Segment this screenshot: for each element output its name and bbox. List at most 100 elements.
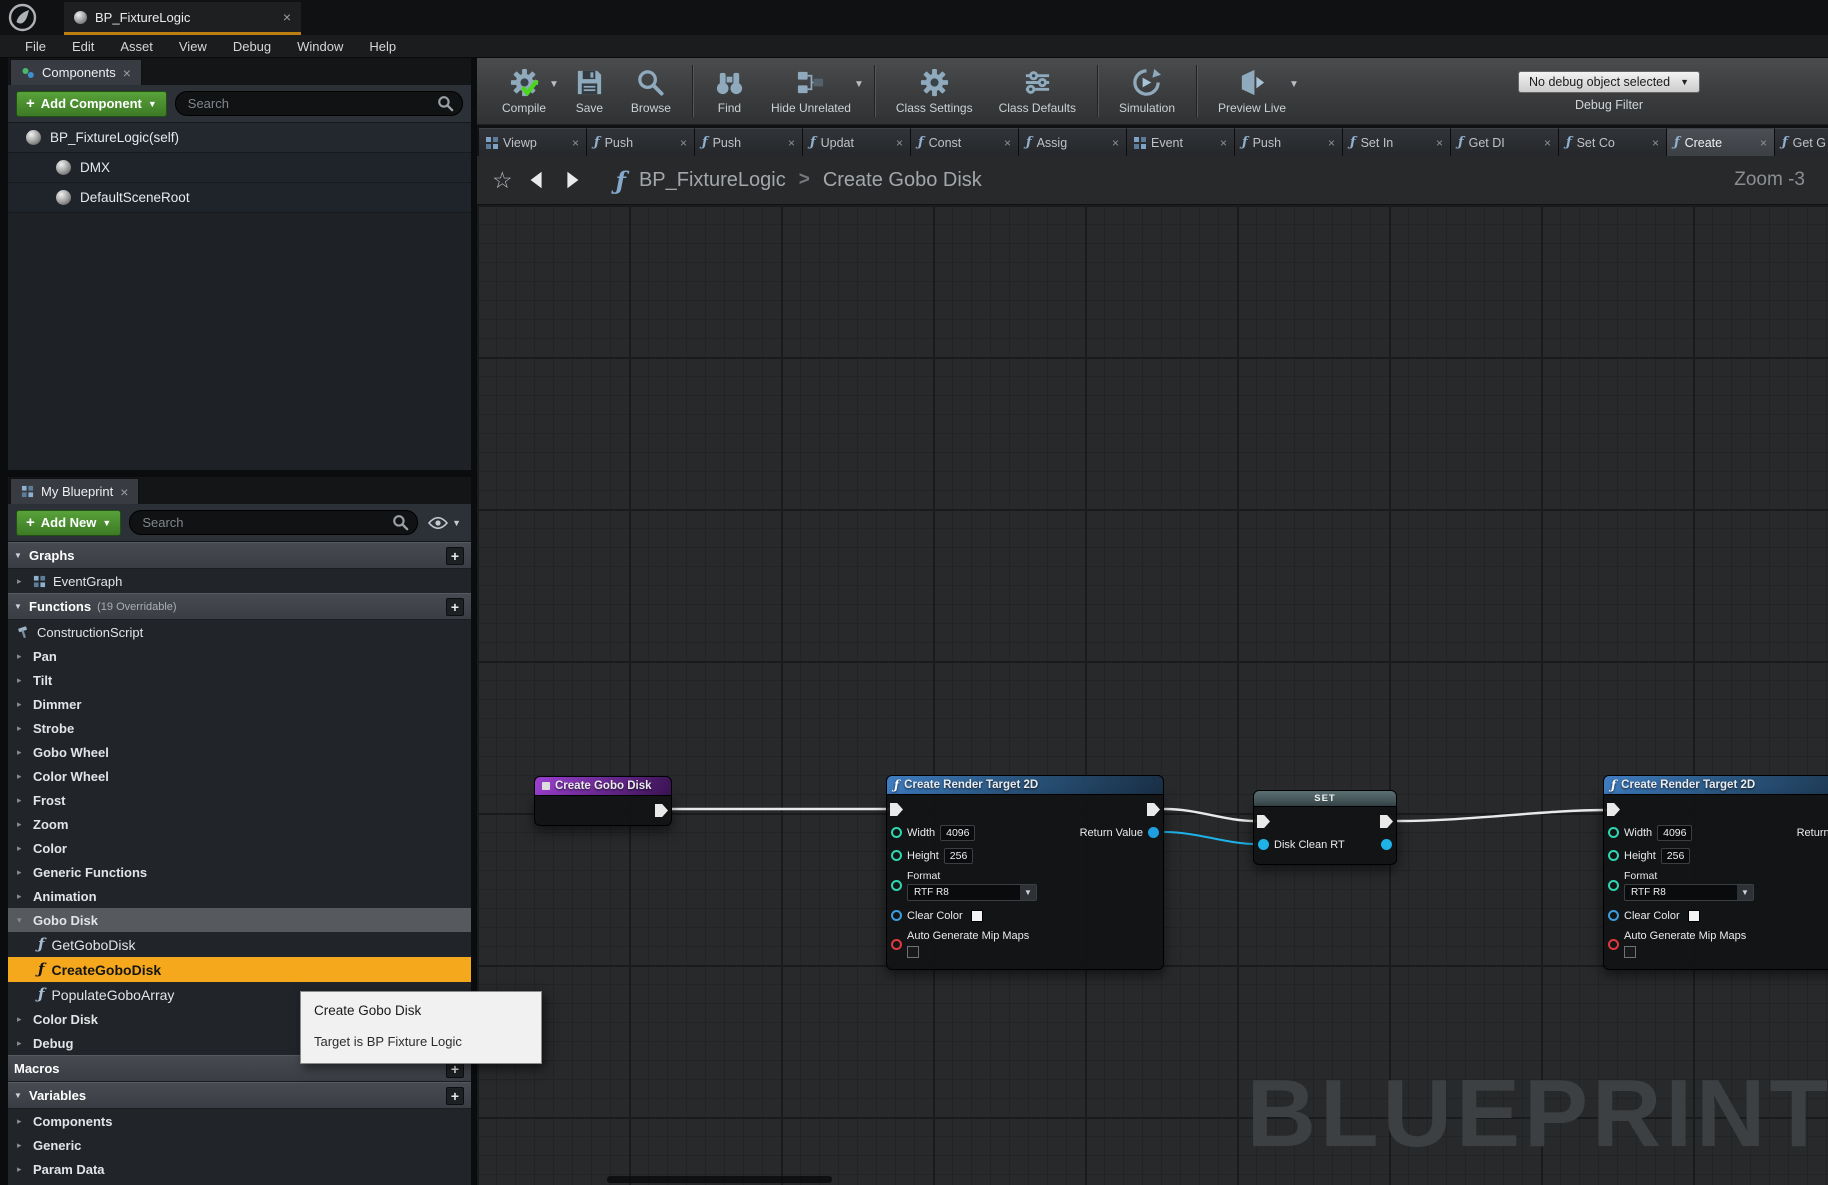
constructionscript-item[interactable]: ConstructionScript xyxy=(8,620,471,644)
debug-object-dropdown[interactable]: No debug object selected ▼ xyxy=(1518,71,1700,93)
variable-category-param-data[interactable]: ▸Param Data xyxy=(8,1157,471,1181)
simulation-button[interactable]: Simulation xyxy=(1106,65,1188,117)
menu-edit[interactable]: Edit xyxy=(59,39,107,54)
disk-clean-rt-input-pin[interactable] xyxy=(1258,839,1269,850)
category-zoom[interactable]: ▸Zoom xyxy=(8,812,471,836)
exec-output-pin[interactable] xyxy=(1147,803,1160,816)
width-value-input[interactable]: 4096 xyxy=(1657,825,1692,841)
tab-assign[interactable]: ƒAssig× xyxy=(1019,128,1127,156)
back-arrow-icon[interactable] xyxy=(526,169,548,191)
breadcrumb-current[interactable]: Create Gobo Disk xyxy=(823,169,982,192)
my-blueprint-tab[interactable]: My Blueprint × xyxy=(10,478,139,504)
variable-category-components[interactable]: ▸Components xyxy=(8,1109,471,1133)
disk-clean-rt-output-pin[interactable] xyxy=(1381,839,1392,850)
close-icon[interactable]: × xyxy=(120,485,128,499)
tree-row-defaultsceneroot[interactable]: DefaultSceneRoot xyxy=(8,183,471,213)
variable-category-generic[interactable]: ▸Generic xyxy=(8,1133,471,1157)
close-icon[interactable]: × xyxy=(1544,136,1551,150)
category-gobo-wheel[interactable]: ▸Gobo Wheel xyxy=(8,740,471,764)
format-pin[interactable] xyxy=(891,880,902,891)
exec-input-pin[interactable] xyxy=(1257,815,1270,828)
close-icon[interactable]: × xyxy=(788,136,795,150)
category-dimmer[interactable]: ▸Dimmer xyxy=(8,692,471,716)
node-create-gobo-disk-entry[interactable]: Create Gobo Disk xyxy=(534,776,672,826)
eventgraph-item[interactable]: ▸ EventGraph xyxy=(8,569,471,593)
functions-section-header[interactable]: ▼ Functions (19 Overridable) + xyxy=(8,593,471,620)
close-icon[interactable]: × xyxy=(1436,136,1443,150)
add-variable-button[interactable]: + xyxy=(446,1087,464,1105)
color-swatch[interactable] xyxy=(1688,910,1700,922)
add-component-button[interactable]: + Add Component ▼ xyxy=(16,91,167,117)
preview-live-button[interactable]: Preview Live xyxy=(1205,65,1299,117)
tab-update[interactable]: ƒUpdat× xyxy=(803,128,911,156)
category-pan[interactable]: ▸Pan xyxy=(8,644,471,668)
width-value-input[interactable]: 4096 xyxy=(940,825,975,841)
close-icon[interactable]: × xyxy=(1760,136,1767,150)
tab-set-co[interactable]: ƒSet Co× xyxy=(1559,128,1667,156)
exec-input-pin[interactable] xyxy=(890,803,903,816)
format-dropdown[interactable]: RTF R8 ▼ xyxy=(907,884,1037,901)
return-value-pin[interactable] xyxy=(1148,827,1159,838)
add-function-button[interactable]: + xyxy=(446,598,464,616)
tab-get-di[interactable]: ƒGet DI× xyxy=(1451,128,1559,156)
close-icon[interactable]: × xyxy=(1112,136,1119,150)
close-icon[interactable]: × xyxy=(123,66,131,80)
height-value-input[interactable]: 256 xyxy=(944,848,974,864)
chevron-down-icon[interactable]: ▼ xyxy=(854,79,864,90)
category-tilt[interactable]: ▸Tilt xyxy=(8,668,471,692)
clear-color-pin[interactable] xyxy=(891,910,902,921)
add-graph-button[interactable]: + xyxy=(446,547,464,565)
exec-input-pin[interactable] xyxy=(1607,803,1620,816)
close-icon[interactable]: × xyxy=(1220,136,1227,150)
height-pin[interactable] xyxy=(891,850,902,861)
my-blueprint-search-input[interactable] xyxy=(129,510,418,535)
chevron-down-icon[interactable]: ▼ xyxy=(549,79,559,90)
close-icon[interactable]: × xyxy=(283,10,291,24)
format-pin[interactable] xyxy=(1608,880,1619,891)
hide-unrelated-button[interactable]: Hide Unrelated xyxy=(758,65,864,117)
height-pin[interactable] xyxy=(1608,850,1619,861)
compile-button[interactable]: Compile xyxy=(489,65,559,117)
menu-file[interactable]: File xyxy=(12,39,59,54)
category-color[interactable]: ▸Color xyxy=(8,836,471,860)
close-icon[interactable]: × xyxy=(1328,136,1335,150)
close-icon[interactable]: × xyxy=(680,136,687,150)
close-icon[interactable]: × xyxy=(1004,136,1011,150)
tab-push-1[interactable]: ƒPush× xyxy=(587,128,695,156)
find-button[interactable]: Find xyxy=(701,65,758,117)
width-pin[interactable] xyxy=(1608,827,1619,838)
node-create-render-target-2d-2[interactable]: ƒ Create Render Target 2D Width 4096 Ret… xyxy=(1603,775,1828,970)
tab-get-g[interactable]: ƒGet G× xyxy=(1775,128,1828,156)
category-animation[interactable]: ▸Animation xyxy=(8,884,471,908)
category-color-wheel[interactable]: ▸Color Wheel xyxy=(8,764,471,788)
browse-button[interactable]: Browse xyxy=(618,65,684,117)
node-set-disk-clean-rt[interactable]: SET Disk Clean RT xyxy=(1253,790,1397,865)
mipmaps-checkbox[interactable] xyxy=(907,946,919,958)
format-dropdown[interactable]: RTF R8 ▼ xyxy=(1624,884,1754,901)
chevron-down-icon[interactable]: ▼ xyxy=(1289,79,1299,90)
close-icon[interactable]: × xyxy=(572,136,579,150)
auto-generate-mipmaps-pin[interactable] xyxy=(1608,939,1619,950)
node-create-render-target-2d-1[interactable]: ƒ Create Render Target 2D Width 4096 Ret… xyxy=(886,775,1164,970)
close-icon[interactable]: × xyxy=(896,136,903,150)
blueprint-graph-canvas[interactable]: Create Gobo Disk ƒ Create Render Target … xyxy=(477,205,1828,1185)
components-search-input[interactable] xyxy=(175,91,463,116)
function-creategobodisk[interactable]: ƒ CreateGoboDisk xyxy=(8,957,471,982)
menu-window[interactable]: Window xyxy=(284,39,356,54)
mipmaps-checkbox[interactable] xyxy=(1624,946,1636,958)
color-swatch[interactable] xyxy=(971,910,983,922)
height-value-input[interactable]: 256 xyxy=(1661,848,1691,864)
tree-row-self[interactable]: BP_FixtureLogic(self) xyxy=(8,123,471,153)
category-frost[interactable]: ▸Frost xyxy=(8,788,471,812)
tab-const[interactable]: ƒConst× xyxy=(911,128,1019,156)
clear-color-pin[interactable] xyxy=(1608,910,1619,921)
breadcrumb-root[interactable]: BP_FixtureLogic xyxy=(639,169,786,192)
menu-asset[interactable]: Asset xyxy=(107,39,166,54)
tree-row-dmx[interactable]: DMX xyxy=(8,153,471,183)
variables-section-header[interactable]: ▼ Variables + xyxy=(8,1082,471,1109)
forward-arrow-icon[interactable] xyxy=(561,169,583,191)
tab-event[interactable]: Event × xyxy=(1127,128,1235,156)
exec-output-pin[interactable] xyxy=(1380,815,1393,828)
visibility-filter-button[interactable]: ▼ xyxy=(426,517,463,529)
horizontal-scrollbar[interactable] xyxy=(607,1176,832,1183)
